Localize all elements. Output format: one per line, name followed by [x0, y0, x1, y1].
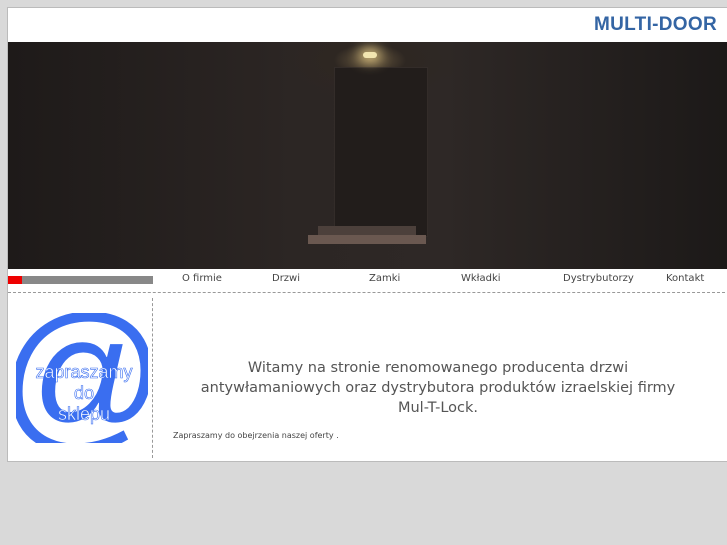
page-container: MULTI-DOOR O firmie Drzwi Zamki Wkładki … [7, 7, 727, 462]
nav-kontakt[interactable]: Kontakt [666, 273, 704, 284]
column-divider [152, 298, 153, 458]
nav-accent-bar [8, 276, 153, 284]
offer-text: Zapraszamy do obejrzenia naszej oferty . [173, 431, 339, 440]
promo-line-2: do [74, 383, 94, 403]
shop-at-icon[interactable]: @ zapraszamy do sklepu [16, 313, 148, 443]
nav-dystrybutorzy[interactable]: Dystrybutorzy [563, 273, 634, 284]
promo-line-3: sklepu [58, 404, 110, 424]
lamp-light [363, 52, 377, 58]
nav-accent-red [8, 276, 22, 284]
welcome-text: Witamy na stronie renomowanego producent… [200, 360, 676, 416]
door-image [334, 67, 428, 237]
hero-banner-image [8, 42, 727, 269]
nav-drzwi[interactable]: Drzwi [272, 273, 300, 284]
promo-line-1: zapraszamy [35, 362, 132, 382]
nav-wkladki[interactable]: Wkładki [461, 273, 501, 284]
site-logo[interactable]: MULTI-DOOR [594, 14, 717, 36]
door-step-lower [308, 235, 426, 244]
nav-divider [8, 292, 727, 293]
door-step [318, 226, 416, 235]
nav-zamki[interactable]: Zamki [369, 273, 400, 284]
nav-o-firmie[interactable]: O firmie [182, 273, 222, 284]
